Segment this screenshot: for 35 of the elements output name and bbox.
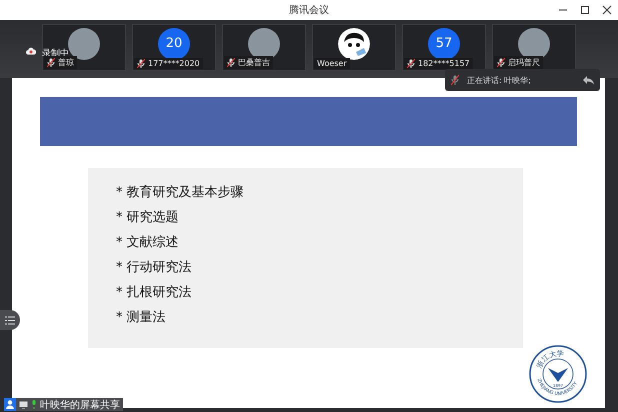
list-icon [5,316,15,324]
speaking-label: 正在讲话: 叶映华; [467,74,532,86]
participant-name: 启玛普尺 [508,56,540,68]
bullet-item: * 测量法 [116,309,166,327]
cloud-icon [26,47,36,55]
bullet-item: * 教育研究及基本步骤 [116,184,244,202]
participant-tile[interactable]: 启玛普尺 [492,24,576,70]
photo-placeholder [68,28,100,60]
participant-tile[interactable]: Woeser [312,24,396,70]
close-icon[interactable] [602,5,612,15]
participant-tile[interactable]: 巴桑普吉 [222,24,306,70]
participant-tile[interactable]: 57 182****5157 [402,24,486,70]
mic-icon [31,400,37,409]
participant-name: 177****2020 [148,58,200,68]
avatar-badge: 57 [428,28,460,60]
bullet-item: * 行动研究法 [116,259,192,277]
maximize-icon[interactable] [580,5,590,15]
screen-share-label: 叶映华的屏幕共享 [40,398,120,412]
bullet-item: * 文献综述 [116,234,179,252]
participant-name: 巴桑普吉 [238,56,270,68]
collapse-icon[interactable] [583,76,594,84]
photo-placeholder [518,28,550,60]
sidebar-toggle[interactable] [0,310,20,330]
window-title: 腾讯会议 [289,4,329,17]
bullet-item: * 研究选题 [116,209,179,227]
screen-icon [19,400,28,408]
participant-name: Woeser [317,58,347,68]
cartoon-avatar-icon [338,28,370,60]
participant-name: 182****5157 [418,58,470,68]
participant-tile[interactable]: 20 177****2020 [132,24,216,70]
bullet-item: * 扎根研究法 [116,284,192,302]
muted-mic-icon [451,75,459,85]
photo-placeholder [248,28,280,60]
avatar-badge: 20 [158,28,190,60]
participant-name: 普琼 [58,56,74,68]
